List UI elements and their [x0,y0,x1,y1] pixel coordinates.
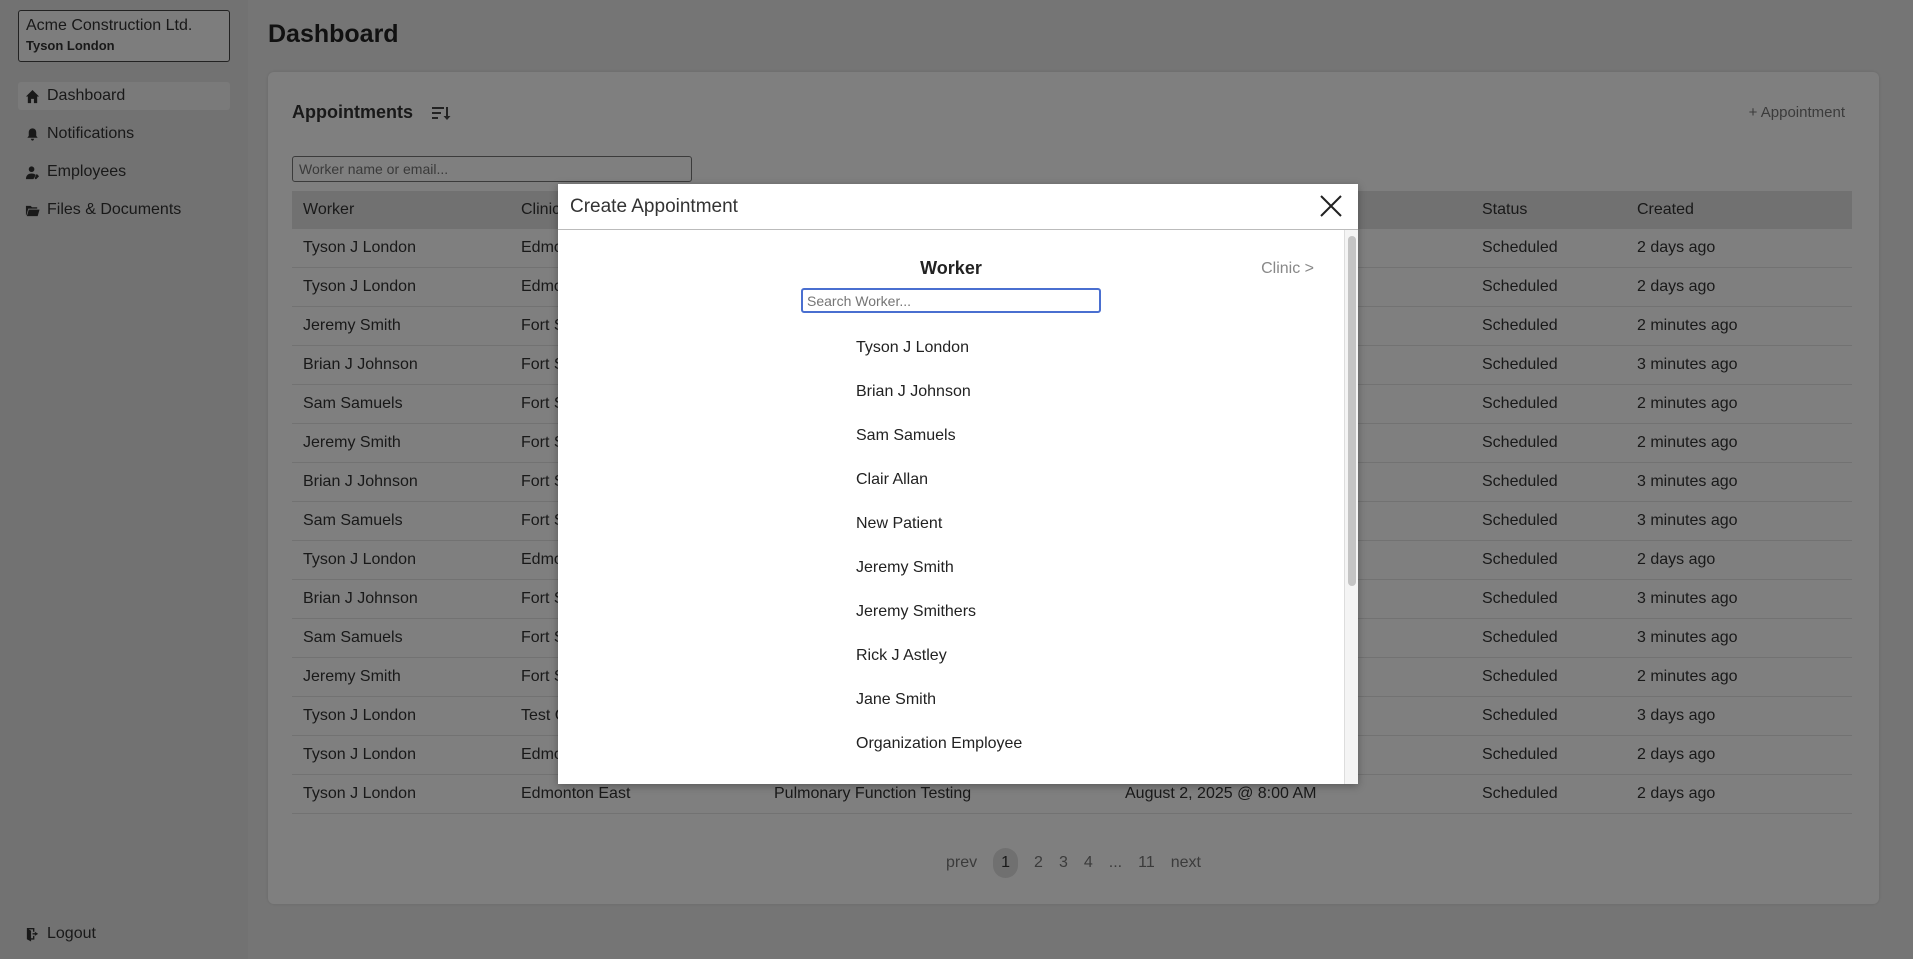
worker-option[interactable]: Rick J Astley [856,634,1022,678]
worker-option[interactable]: Organization Employee [856,722,1022,766]
worker-option[interactable]: Clair Allan [856,458,1022,502]
create-appointment-modal: Create Appointment Worker Clinic > Tyson… [558,184,1358,784]
step-title: Worker [920,258,982,278]
modal-title: Create Appointment [570,195,738,217]
modal-scrollbar[interactable] [1344,230,1358,784]
next-step-clinic-button[interactable]: Clinic > [1261,260,1314,278]
worker-option[interactable]: Jeremy Smith [856,546,1022,590]
worker-option[interactable]: Jeremy Smithers [856,590,1022,634]
worker-search-input[interactable] [801,288,1101,313]
worker-list: Tyson J London Brian J Johnson Sam Samuels… [856,326,1022,766]
scrollbar-thumb[interactable] [1348,236,1356,586]
modal-header: Create Appointment [558,184,1358,230]
worker-option[interactable]: Tyson J London [856,326,1022,370]
worker-option[interactable]: Jane Smith [856,678,1022,722]
modal-body: Worker Clinic > Tyson J LondonBrian J Jo… [558,230,1344,784]
close-icon[interactable] [1320,195,1342,217]
worker-option[interactable]: Sam Samuels [856,414,1022,458]
worker-option[interactable]: Brian J Johnson [856,370,1022,414]
worker-option[interactable]: New Patient [856,502,1022,546]
